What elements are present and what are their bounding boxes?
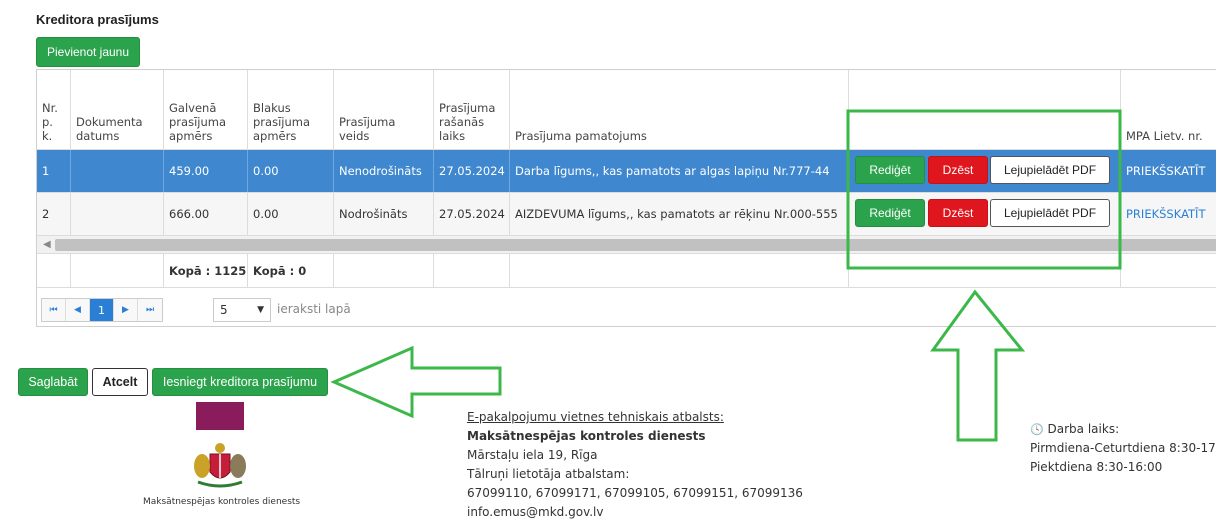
hours-weekdays: Pirmdiena-Ceturtdiena 8:30-17:15 [1030, 441, 1216, 455]
submit-claim-button[interactable]: Iesniegt kreditora prasījumu [152, 368, 328, 396]
cell-nr: 2 [37, 193, 71, 235]
cell-basis: Darba līgums,, kas pamatots ar algas lap… [510, 150, 849, 192]
org-name: Maksātnespējas kontroles dienests [467, 429, 706, 443]
download-pdf-button[interactable]: Lejupielādēt PDF [990, 199, 1110, 227]
address: Mārstaļu iela 19, Rīga [467, 448, 598, 462]
cell-side-amount: 0.00 [248, 150, 334, 192]
logo-color-bar [196, 402, 244, 430]
col-header-actions [849, 70, 1121, 149]
page-number-button[interactable]: 1 [90, 299, 114, 321]
edit-button[interactable]: Rediģēt [855, 199, 925, 227]
save-button[interactable]: Saglabāt [18, 368, 88, 396]
page-size-label: ieraksti lapā [277, 302, 351, 316]
cell-arise-time: 27.05.2024 [434, 150, 510, 192]
arrow-left-icon [330, 345, 502, 419]
edit-button[interactable]: Rediģēt [855, 156, 925, 184]
cell-type: Nenodrošināts [334, 150, 434, 192]
scroll-left-icon[interactable]: ◀ [43, 239, 51, 250]
col-header-main-amount[interactable]: Galvenā prasījuma apmērs [164, 70, 248, 149]
col-header-mpa[interactable]: MPA Lietv. nr. [1121, 70, 1216, 149]
sum-side-amount: Kopā : 0 [248, 254, 334, 287]
preview-link[interactable]: PRIEKŠSKATĪT [1126, 164, 1205, 178]
hours-block: 🕓 Darba laiks: Pirmdiena-Ceturtdiena 8:3… [1030, 420, 1216, 477]
cell-nr: 1 [37, 150, 71, 192]
col-header-nr[interactable]: Nr. p. k. [37, 70, 71, 149]
email[interactable]: info.emus@mkd.gov.lv [467, 503, 803, 522]
horizontal-scrollbar[interactable]: ◀ [37, 236, 1216, 254]
cancel-button[interactable]: Atcelt [92, 368, 148, 396]
pager: ⏮ ◀ 1 ▶ ⏭ 5 ▼ ieraksti lapā [37, 288, 1216, 326]
page-size-select[interactable]: 5 ▼ [213, 298, 271, 322]
phones-label: Tālruņi lietotāja atbalstam: [467, 467, 630, 481]
phones: 67099110, 67099171, 67099105, 67099151, … [467, 486, 803, 500]
next-page-icon[interactable]: ▶ [114, 299, 138, 321]
delete-button[interactable]: Dzēst [928, 156, 988, 184]
section-title: Kreditora prasījums [36, 12, 159, 27]
cell-mpa: PRIEKŠSKATĪT [1121, 193, 1216, 235]
support-title[interactable]: E-pakalpojumu vietnes tehniskais atbalst… [467, 408, 803, 427]
logo-caption: Maksātnespējas kontroles dienests [143, 497, 301, 507]
col-header-arise-time[interactable]: Prasījuma rašanās laiks [434, 70, 510, 149]
cell-side-amount: 0.00 [248, 193, 334, 235]
summary-row: Kopā : 1125 Kopā : 0 [37, 254, 1216, 288]
pager-nav: ⏮ ◀ 1 ▶ ⏭ [41, 298, 163, 322]
preview-link[interactable]: PRIEKŠSKATĪT [1126, 207, 1205, 221]
col-header-type[interactable]: Prasījuma veids [334, 70, 434, 149]
download-pdf-button[interactable]: Lejupielādēt PDF [990, 156, 1110, 184]
cell-basis: AIZDEVUMA līgums,, kas pamatots ar rēķin… [510, 193, 849, 235]
hours-friday: Piektdiena 8:30-16:00 [1030, 460, 1163, 474]
last-page-icon[interactable]: ⏭ [138, 299, 162, 321]
hours-title: Darba laiks: [1047, 422, 1120, 436]
sum-main-amount: Kopā : 1125 [164, 254, 248, 287]
first-page-icon[interactable]: ⏮ [42, 299, 66, 321]
support-block: E-pakalpojumu vietnes tehniskais atbalst… [467, 408, 803, 522]
grid-header: Nr. p. k. Dokumenta datums Galvenā prasī… [37, 70, 1216, 150]
add-new-button[interactable]: Pievienot jaunu [36, 37, 140, 67]
clock-icon: 🕓 [1030, 423, 1044, 436]
page-size-value: 5 [220, 303, 228, 317]
cell-type: Nodrošināts [334, 193, 434, 235]
claims-grid: Nr. p. k. Dokumenta datums Galvenā prasī… [36, 69, 1216, 327]
delete-button[interactable]: Dzēst [928, 199, 988, 227]
col-header-doc-date[interactable]: Dokumenta datums [71, 70, 164, 149]
prev-page-icon[interactable]: ◀ [66, 299, 90, 321]
cell-doc-date [71, 150, 164, 192]
cell-mpa: PRIEKŠSKATĪT [1121, 150, 1216, 192]
coat-of-arms-icon [194, 443, 246, 488]
scrollbar-thumb[interactable] [55, 239, 1216, 251]
cell-main-amount: 459.00 [164, 150, 248, 192]
col-header-basis[interactable]: Prasījuma pamatojums [510, 70, 849, 149]
col-header-side-amount[interactable]: Blakus prasījuma apmērs [248, 70, 334, 149]
cell-doc-date [71, 193, 164, 235]
cell-arise-time: 27.05.2024 [434, 193, 510, 235]
cell-main-amount: 666.00 [164, 193, 248, 235]
chevron-down-icon: ▼ [257, 305, 264, 315]
